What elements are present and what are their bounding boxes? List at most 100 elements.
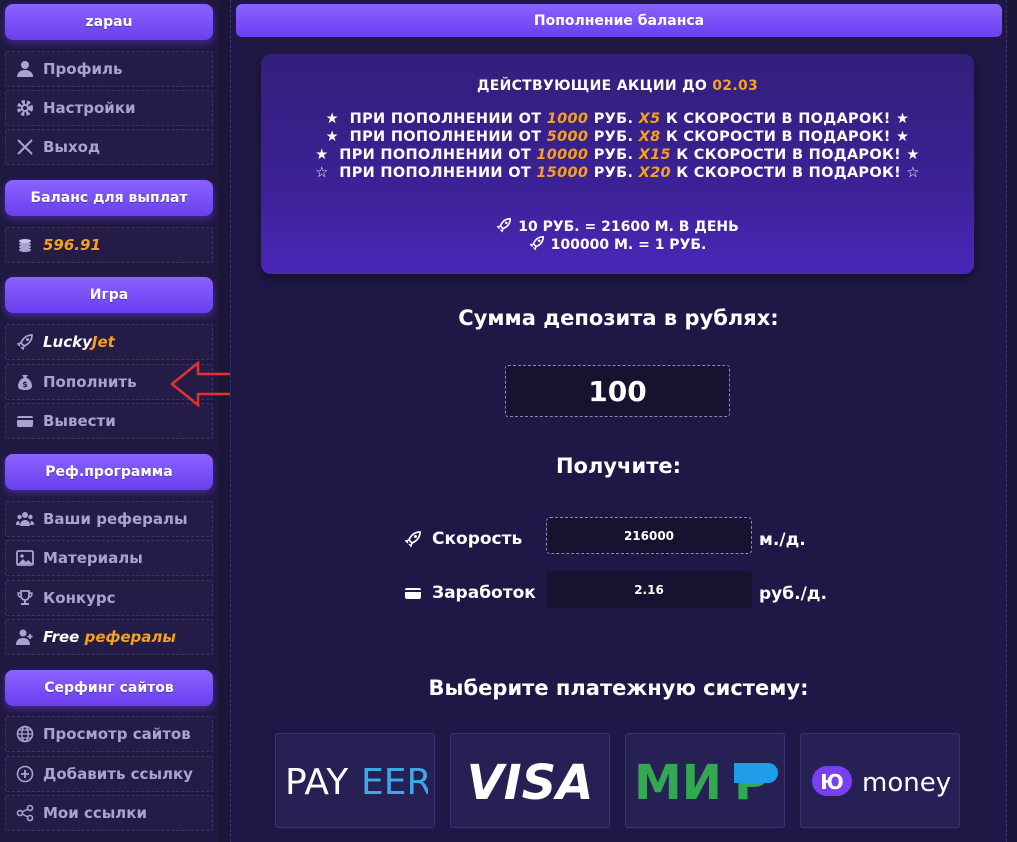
promo-currency: РУБ. [593,111,634,127]
balance-display: 596.91 [5,227,213,263]
promo-title: ДЕЙСТВУЮЩИЕ АКЦИИ ДО 02.03 [261,78,974,94]
sidebar-item-free-referrals[interactable]: Free рефералы [5,619,213,655]
sidebar-item-label: Добавить ссылку [43,765,193,783]
yoomoney-logo: Ю money [811,765,951,798]
sidebar-item-label: Ваши рефералы [43,510,188,528]
rocket-icon [404,531,421,548]
promo-currency: РУБ. [593,165,634,181]
promo-title-date: 02.03 [712,78,759,94]
star-icon: ☆ [906,165,920,181]
game-header: Игра [5,277,213,313]
sidebar-item-withdraw[interactable]: Вывести [5,403,213,439]
speed-value: 216000 [546,517,752,554]
sidebar: zapau Профиль Настройки Выход Баланс для… [0,0,218,842]
promo-text: ПРИ ПОПОЛНЕНИИ ОТ [349,129,542,145]
star-icon: ★ [325,129,339,145]
speed-unit: м./д. [759,530,806,550]
coins-icon [16,236,34,254]
sidebar-item-label: Настройки [43,99,136,117]
star-icon: ★ [315,147,329,163]
sidebar-item-profile[interactable]: Профиль [5,51,213,87]
promo-currency: РУБ. [593,129,634,145]
star-icon: ★ [906,147,920,163]
money-bag-icon: $ [16,373,34,391]
earnings-value: 2.16 [546,571,752,608]
svg-text:$: $ [22,380,28,389]
star-icon: ★ [896,111,910,127]
rocket-icon [16,333,34,351]
promo-amount: 10000 [536,147,589,163]
rate-line: 10 РУБ. = 21600 М. В ДЕНЬ [261,217,974,235]
sidebar-item-referrals[interactable]: Ваши рефералы [5,501,213,537]
main-panel: Пополнение баланса ДЕЙСТВУЮЩИЕ АКЦИИ ДО … [230,0,1007,842]
star-icon: ☆ [315,165,329,181]
sidebar-item-label: Просмотр сайтов [43,725,191,743]
earnings-label: Заработок [404,583,536,603]
wallet-icon [405,588,421,599]
sidebar-item-settings[interactable]: Настройки [5,90,213,126]
payeer-button[interactable]: PAY EER [275,733,435,828]
rate-line: 100000 М. = 1 РУБ. [261,235,974,253]
payeer-logo: PAY EER [285,762,428,803]
sidebar-item-my-links[interactable]: Мои ссылки [5,795,213,831]
username-header: zapau [5,4,213,40]
mir-button[interactable]: МИ Р [625,733,785,828]
earnings-unit: руб./д. [759,584,827,604]
deposit-amount-input[interactable] [505,365,730,417]
payment-system-label: Выберите платежную систему: [428,676,809,700]
sidebar-item-label: Мои ссылки [43,804,147,822]
sidebar-item-logout[interactable]: Выход [5,129,213,165]
star-icon: ★ [325,111,339,127]
sidebar-item-materials[interactable]: Материалы [5,540,213,576]
share-icon [16,804,34,822]
users-icon [16,510,34,528]
sidebar-item-add-link[interactable]: Добавить ссылку [5,756,213,792]
promo-currency: РУБ. [593,147,634,163]
rocket-icon [529,235,544,251]
speed-label: Скорость [404,529,522,549]
page-title: Пополнение баланса [236,4,1002,37]
sidebar-item-label: Конкурс [43,589,116,607]
plus-circle-icon [16,765,34,783]
receive-label: Получите: [555,454,681,478]
sidebar-item-luckyjet[interactable]: Lucky Jet [5,324,213,360]
yoomoney-button[interactable]: Ю money [800,733,960,828]
sidebar-item-contest[interactable]: Конкурс [5,580,213,616]
luckyjet-label-lucky: Lucky [43,333,92,351]
promo-multiplier: X15 [638,147,671,163]
promo-multiplier: X5 [638,111,661,127]
rocket-icon [496,217,512,233]
star-icon: ★ [896,129,910,145]
visa-button[interactable]: VISA [450,733,610,828]
trophy-icon [16,589,34,607]
promo-text: ПРИ ПОПОЛНЕНИИ ОТ [339,165,532,181]
sidebar-item-label: Материалы [43,549,143,567]
earnings-label-text: Заработок [432,583,536,603]
visa-logo-text: VISA [466,755,593,808]
promo-text: К СКОРОСТИ В ПОДАРОК! [665,129,891,145]
visa-logo: VISA [466,755,593,808]
promo-line: ★ ПРИ ПОПОЛНЕНИИ ОТ 10000 РУБ. X15 К СКО… [261,147,974,163]
promo-text: ПРИ ПОПОЛНЕНИИ ОТ [349,111,542,127]
promo-title-text: ДЕЙСТВУЮЩИЕ АКЦИИ ДО [476,78,708,94]
balance-value: 596.91 [43,236,101,254]
luckyjet-label-jet: Jet [91,333,115,351]
promo-line: ☆ ПРИ ПОПОЛНЕНИИ ОТ 15000 РУБ. X20 К СКО… [261,165,974,181]
payeer-logo-part2: EER [361,762,428,803]
promo-text: К СКОРОСТИ В ПОДАРОК! [665,111,891,127]
sidebar-item-view-sites[interactable]: Просмотр сайтов [5,716,213,752]
globe-icon [16,725,34,743]
promo-line: ★ ПРИ ПОПОЛНЕНИИ ОТ 1000 РУБ. X5 К СКОРО… [261,111,974,127]
sidebar-item-label: Профиль [43,60,123,78]
promo-amount: 5000 [546,129,589,145]
user-plus-icon [16,628,34,646]
close-icon [16,138,34,156]
surf-header: Серфинг сайтов [5,670,213,706]
rate-text: 100000 М. = 1 РУБ. [550,237,707,253]
mir-logo-accent [734,763,778,783]
promo-amount: 15000 [536,165,589,181]
promo-multiplier: X20 [638,165,671,181]
gear-icon [16,99,34,117]
yoomoney-logo-text: money [862,768,951,798]
mir-logo: МИ Р [634,755,778,808]
